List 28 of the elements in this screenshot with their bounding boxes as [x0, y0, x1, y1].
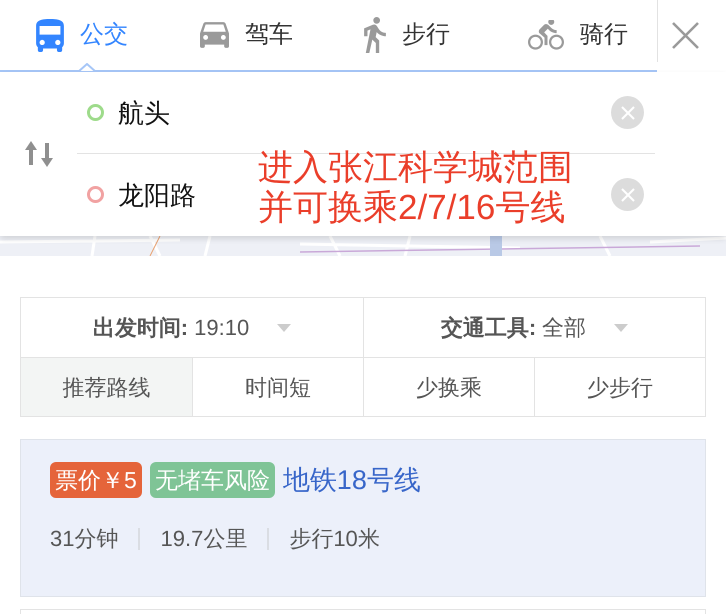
annotation-text: 并可换乘2/7/16号线 [258, 188, 566, 228]
route-stat: 19.7公里 [160, 525, 248, 553]
caret-icon [614, 324, 628, 332]
mode-tab[interactable]: 公交 [36, 18, 128, 52]
close-icon [620, 188, 634, 202]
route-tag: 票价￥5 [50, 462, 142, 498]
walking-person-icon [364, 17, 386, 53]
mode-tab[interactable]: 驾车 [200, 20, 293, 50]
annotation-text: 进入张江科学城范围 [258, 148, 573, 188]
mode-tab[interactable]: 步行 [364, 17, 450, 53]
car-icon [200, 22, 229, 48]
mode-tab[interactable]: 骑行 [528, 20, 628, 50]
bus-icon [36, 18, 64, 52]
filter-dropdown[interactable]: 出发时间: 19:10 [21, 298, 363, 357]
close-icon [620, 106, 634, 120]
swap-icon[interactable] [24, 141, 52, 167]
location-field[interactable]: 龙阳路 [118, 172, 204, 216]
route-title[interactable]: 地铁18号线 [282, 464, 421, 496]
cyclist-icon [528, 20, 564, 50]
filter-dropdown[interactable]: 交通工具: 全部 [363, 298, 705, 357]
caret-icon [277, 324, 292, 332]
route-tag: 无堵车风险 [150, 462, 275, 498]
location-field[interactable]: 航头 [118, 90, 178, 134]
close-icon[interactable] [672, 22, 699, 49]
route-card[interactable]: 票价￥5 无堵车风险 地铁18号线 31分钟 19.7公里 步行10米 [20, 439, 706, 597]
route-stat: 31分钟 [50, 525, 118, 553]
sort-tab[interactable]: 推荐路线 [21, 358, 192, 416]
route-stat: 步行10米 [289, 525, 380, 553]
